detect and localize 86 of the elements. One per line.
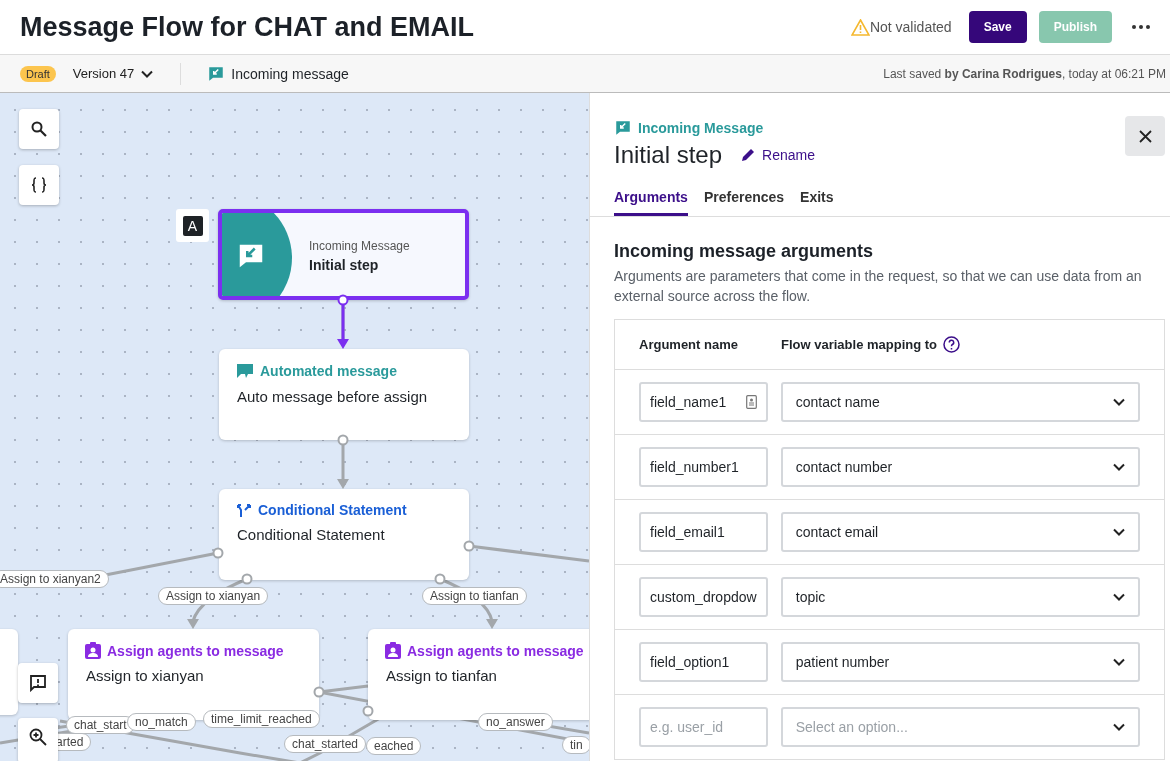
split-arrows-icon <box>236 502 252 518</box>
section-title: Incoming message arguments <box>614 241 875 262</box>
node-type-label: Incoming Message <box>638 120 764 136</box>
feedback-icon <box>29 674 47 692</box>
node-type: Incoming Message <box>309 239 410 253</box>
last-saved-text: Last saved by Carina Rodrigues, today at 06:21 PM <box>883 66 1166 81</box>
node-type: Conditional Statement <box>258 502 407 518</box>
variables-button[interactable] <box>19 165 59 205</box>
close-button[interactable] <box>1125 116 1165 156</box>
connector-port[interactable] <box>337 294 349 306</box>
field-value: field_number1 <box>650 459 739 475</box>
edge-label: Assign to xianyan2 <box>0 570 109 588</box>
help-icon[interactable] <box>943 336 961 353</box>
dropdown-value: patient number <box>795 654 890 670</box>
argument-name-field[interactable]: field_option1 <box>639 642 768 682</box>
edge-label: no_match <box>127 713 196 731</box>
zoom-in-button[interactable] <box>18 718 58 761</box>
dropdown-value: contact email <box>795 524 879 540</box>
dropdown-placeholder: Select an option... <box>795 719 908 735</box>
node-card[interactable]: Automated message Auto message before assign <box>219 349 469 440</box>
edge-label: no_answer <box>478 713 553 731</box>
field-value: field_name1 <box>650 394 727 410</box>
section-description: Arguments are parameters that come in the request, so that we can use data from an external source across the flow. <box>614 267 1143 306</box>
version-dropdown[interactable]: Version 47 <box>72 62 182 85</box>
edge-label: tin <box>562 736 589 754</box>
argument-name-field[interactable]: field_email1 <box>639 512 768 552</box>
argument-name-field[interactable]: custom_dropdow <box>639 577 768 617</box>
field-value: custom_dropdow <box>650 589 757 605</box>
braces-icon <box>31 177 47 193</box>
search-button[interactable] <box>19 109 59 149</box>
tab[interactable]: Preferences <box>703 189 785 216</box>
dropdown-value: contact number <box>795 459 893 475</box>
page-title: Message Flow for CHAT and EMAIL <box>20 11 476 43</box>
edge-label: eached <box>366 737 422 755</box>
column-header: Argument name <box>639 337 739 352</box>
tab[interactable]: Arguments <box>614 189 688 216</box>
more-options-icon[interactable] <box>1132 25 1150 29</box>
mapping-dropdown[interactable]: topic <box>780 577 1140 617</box>
node-title: Assign to tianfan <box>385 666 498 684</box>
chat-bubble-icon <box>236 362 254 380</box>
edge-label: Assign to tianfan <box>422 587 527 605</box>
node-type: Automated message <box>260 363 397 379</box>
node-title: Auto message before assign <box>236 387 429 405</box>
incoming-message-icon <box>207 64 226 83</box>
draft-badge: Draft <box>20 65 56 82</box>
trigger-label: Incoming message <box>231 65 349 82</box>
node-title: Conditional Statement <box>236 525 386 543</box>
field-placeholder: e.g. user_id <box>650 719 724 735</box>
save-button[interactable]: Save <box>968 11 1027 43</box>
warning-icon <box>850 18 870 36</box>
column-header: Flow variable mapping to <box>781 337 938 352</box>
feedback-button[interactable] <box>18 663 58 703</box>
node-type: Assign agents to message <box>107 642 284 659</box>
edge-label: chat_start <box>66 716 135 734</box>
mapping-dropdown[interactable]: contact email <box>780 512 1140 552</box>
agent-badge-icon <box>385 642 401 659</box>
mapping-dropdown[interactable]: contact name <box>780 382 1140 422</box>
node-card[interactable]: Assign agents to message Assign to tianfan <box>368 629 589 720</box>
search-icon <box>31 121 47 137</box>
argument-name-field[interactable]: field_number1 <box>639 447 768 487</box>
field-value: field_email1 <box>650 524 725 540</box>
node-card[interactable]: Conditional Statement Conditional Statement <box>219 489 469 580</box>
argument-name-field[interactable]: field_name1 <box>639 382 768 422</box>
incoming-message-icon <box>614 119 632 137</box>
zoom-in-icon <box>29 728 47 746</box>
node-title: Assign to xianyan <box>85 666 205 684</box>
start-letter: A <box>182 215 203 236</box>
dropdown-value: topic <box>795 589 826 605</box>
validation-status: Not validated <box>869 19 952 35</box>
mapping-dropdown[interactable]: contact number <box>780 447 1140 487</box>
contact-card-icon <box>745 395 757 409</box>
edge-label: time_limit_reached <box>203 710 320 728</box>
rename-link[interactable]: Rename <box>740 147 815 163</box>
dropdown-value: contact name <box>795 394 880 410</box>
edge-label: Assign to xianyan <box>158 587 269 605</box>
edge-label: chat_started <box>284 735 367 753</box>
agent-badge-icon <box>85 642 101 659</box>
node-card[interactable]: Incoming Message Initial step <box>218 209 469 300</box>
mapping-dropdown[interactable]: patient number <box>780 642 1140 682</box>
tab[interactable]: Exits <box>800 189 834 216</box>
field-value: field_option1 <box>650 654 730 670</box>
node-type: Assign agents to message <box>407 642 584 659</box>
pencil-icon <box>740 147 757 163</box>
close-icon <box>1138 129 1152 143</box>
node-title: Initial step <box>309 257 380 273</box>
node-name: Initial step <box>614 141 723 169</box>
